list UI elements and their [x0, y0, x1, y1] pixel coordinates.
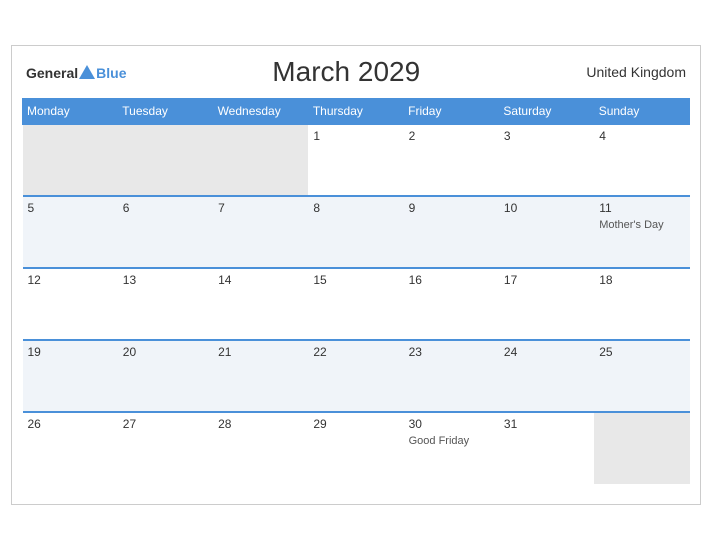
day-number: 8 [313, 201, 398, 215]
calendar-cell: 2 [404, 124, 499, 196]
calendar-cell: 27 [118, 412, 213, 484]
day-number: 17 [504, 273, 589, 287]
day-event: Mother's Day [599, 219, 663, 231]
calendar-cell: 5 [23, 196, 118, 268]
calendar-cell: 13 [118, 268, 213, 340]
week-row-1: 1234 [23, 124, 690, 196]
calendar-cell: 30 Good Friday [404, 412, 499, 484]
day-number: 2 [409, 129, 494, 143]
calendar-cell: 23 [404, 340, 499, 412]
calendar-region: United Kingdom [566, 64, 686, 80]
day-number: 30 [409, 417, 494, 431]
weekday-header-friday: Friday [404, 99, 499, 125]
calendar-cell [594, 412, 689, 484]
calendar-cell: 24 [499, 340, 594, 412]
day-number: 31 [504, 417, 589, 431]
calendar-table: MondayTuesdayWednesdayThursdayFridaySatu… [22, 98, 690, 484]
day-number: 3 [504, 129, 589, 143]
calendar-cell: 26 [23, 412, 118, 484]
day-number: 26 [28, 417, 113, 431]
day-number: 13 [123, 273, 208, 287]
week-row-3: 12 13 14 15 16 17 18 [23, 268, 690, 340]
day-number: 29 [313, 417, 398, 431]
calendar-cell: 11 Mother's Day [594, 196, 689, 268]
day-number: 21 [218, 345, 303, 359]
calendar-cell: 15 [308, 268, 403, 340]
weekday-header-row: MondayTuesdayWednesdayThursdayFridaySatu… [23, 99, 690, 125]
day-number: 18 [599, 273, 684, 287]
week-row-4: 19 20 21 22 23 24 25 [23, 340, 690, 412]
day-number: 4 [599, 129, 684, 143]
day-number: 14 [218, 273, 303, 287]
calendar-cell: 4 [594, 124, 689, 196]
calendar-container: General Blue March 2029 United Kingdom M… [11, 45, 701, 505]
calendar-cell: 20 [118, 340, 213, 412]
calendar-cell: 14 [213, 268, 308, 340]
calendar-header: General Blue March 2029 United Kingdom [22, 56, 690, 88]
calendar-cell: 7 [213, 196, 308, 268]
calendar-cell: 18 [594, 268, 689, 340]
day-number: 22 [313, 345, 398, 359]
day-number: 6 [123, 201, 208, 215]
day-number: 9 [409, 201, 494, 215]
day-number: 25 [599, 345, 684, 359]
day-number: 11 [599, 201, 684, 215]
calendar-cell [23, 124, 118, 196]
weekday-header-tuesday: Tuesday [118, 99, 213, 125]
day-event: Good Friday [409, 435, 470, 447]
logo: General Blue [26, 65, 126, 80]
day-number: 20 [123, 345, 208, 359]
day-number: 27 [123, 417, 208, 431]
day-number: 24 [504, 345, 589, 359]
calendar-cell: 8 [308, 196, 403, 268]
logo-blue-text: Blue [96, 66, 126, 80]
week-row-5: 26 27 28 29 30 Good Friday 31 [23, 412, 690, 484]
day-number: 7 [218, 201, 303, 215]
calendar-cell: 16 [404, 268, 499, 340]
day-number: 1 [313, 129, 398, 143]
weekday-header-thursday: Thursday [308, 99, 403, 125]
week-row-2: 56789 10 11 Mother's Day [23, 196, 690, 268]
weekday-header-sunday: Sunday [594, 99, 689, 125]
calendar-cell [118, 124, 213, 196]
weekday-header-monday: Monday [23, 99, 118, 125]
calendar-cell: 21 [213, 340, 308, 412]
day-number: 12 [28, 273, 113, 287]
day-number: 5 [28, 201, 113, 215]
calendar-cell: 31 [499, 412, 594, 484]
day-number: 19 [28, 345, 113, 359]
calendar-cell: 29 [308, 412, 403, 484]
calendar-cell: 1 [308, 124, 403, 196]
day-number: 16 [409, 273, 494, 287]
calendar-cell: 25 [594, 340, 689, 412]
day-number: 15 [313, 273, 398, 287]
calendar-cell: 10 [499, 196, 594, 268]
day-number: 23 [409, 345, 494, 359]
logo-triangle-icon [79, 65, 95, 79]
weekday-header-saturday: Saturday [499, 99, 594, 125]
calendar-cell: 22 [308, 340, 403, 412]
day-number: 10 [504, 201, 589, 215]
calendar-cell [213, 124, 308, 196]
calendar-cell: 6 [118, 196, 213, 268]
weekday-header-wednesday: Wednesday [213, 99, 308, 125]
day-number: 28 [218, 417, 303, 431]
calendar-cell: 3 [499, 124, 594, 196]
calendar-cell: 17 [499, 268, 594, 340]
calendar-cell: 12 [23, 268, 118, 340]
calendar-title: March 2029 [126, 56, 566, 88]
logo-general-text: General [26, 66, 78, 80]
calendar-cell: 19 [23, 340, 118, 412]
calendar-cell: 9 [404, 196, 499, 268]
calendar-cell: 28 [213, 412, 308, 484]
